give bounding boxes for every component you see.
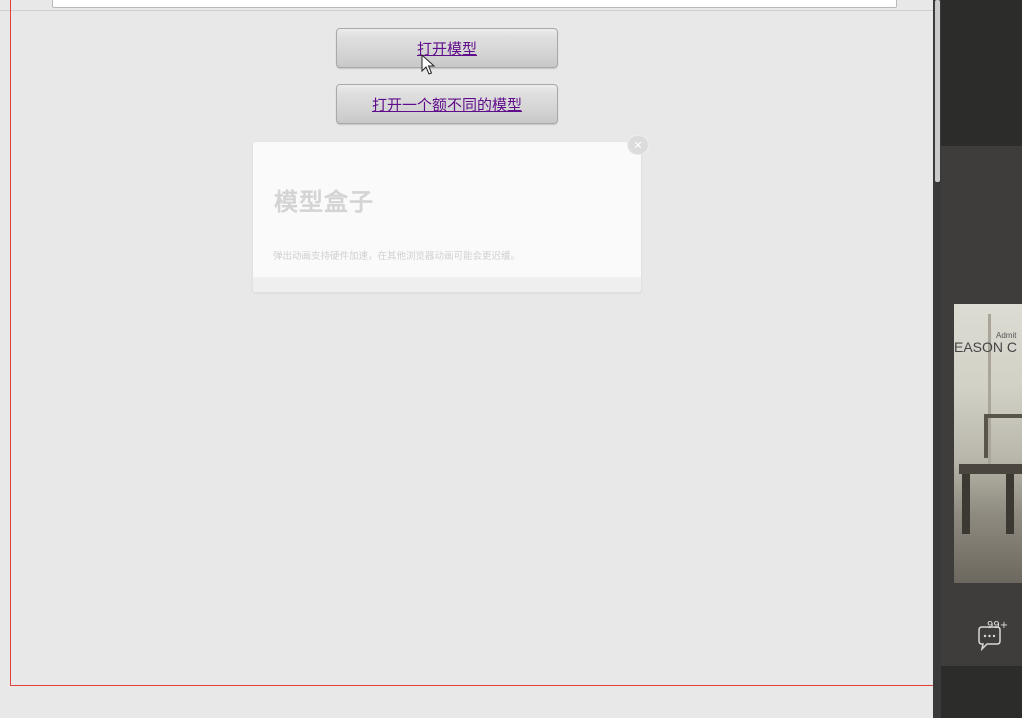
modal-close-button[interactable]: ✕ — [627, 135, 649, 155]
main-panel: 打开模型 打开一个额不同的模型 模型盒子 弹出动画支持硬件加速，在其他浏览器动画… — [0, 0, 933, 718]
album-title: EASON C — [954, 339, 1018, 355]
mouse-cursor-icon — [421, 54, 436, 75]
album-bench-leg — [962, 474, 970, 534]
modal-title: 模型盒子 — [274, 187, 374, 216]
album-bench-seat — [959, 464, 1022, 474]
open-other-modal-button[interactable]: 打开一个额不同的模型 — [336, 84, 558, 124]
album-bench-back — [984, 414, 1022, 458]
top-divider — [0, 10, 933, 11]
modal-description: 弹出动画支持硬件加速，在其他浏览器动画可能会更迟缓。 — [273, 251, 521, 262]
close-icon: ✕ — [633, 138, 643, 152]
open-other-modal-link[interactable]: 打开一个额不同的模型 — [372, 94, 522, 115]
album-cover-image[interactable]: Admit EASON C — [954, 304, 1022, 583]
top-text-field[interactable] — [52, 0, 897, 8]
scrollbar-thumb[interactable] — [935, 0, 940, 182]
modal-footer — [253, 277, 641, 292]
chat-count-badge: 99+ — [987, 620, 1009, 631]
modal-box: 模型盒子 弹出动画支持硬件加速，在其他浏览器动画可能会更迟缓。 — [253, 142, 641, 292]
open-modal-button[interactable]: 打开模型 — [336, 28, 558, 68]
album-bench-leg — [1006, 474, 1014, 534]
